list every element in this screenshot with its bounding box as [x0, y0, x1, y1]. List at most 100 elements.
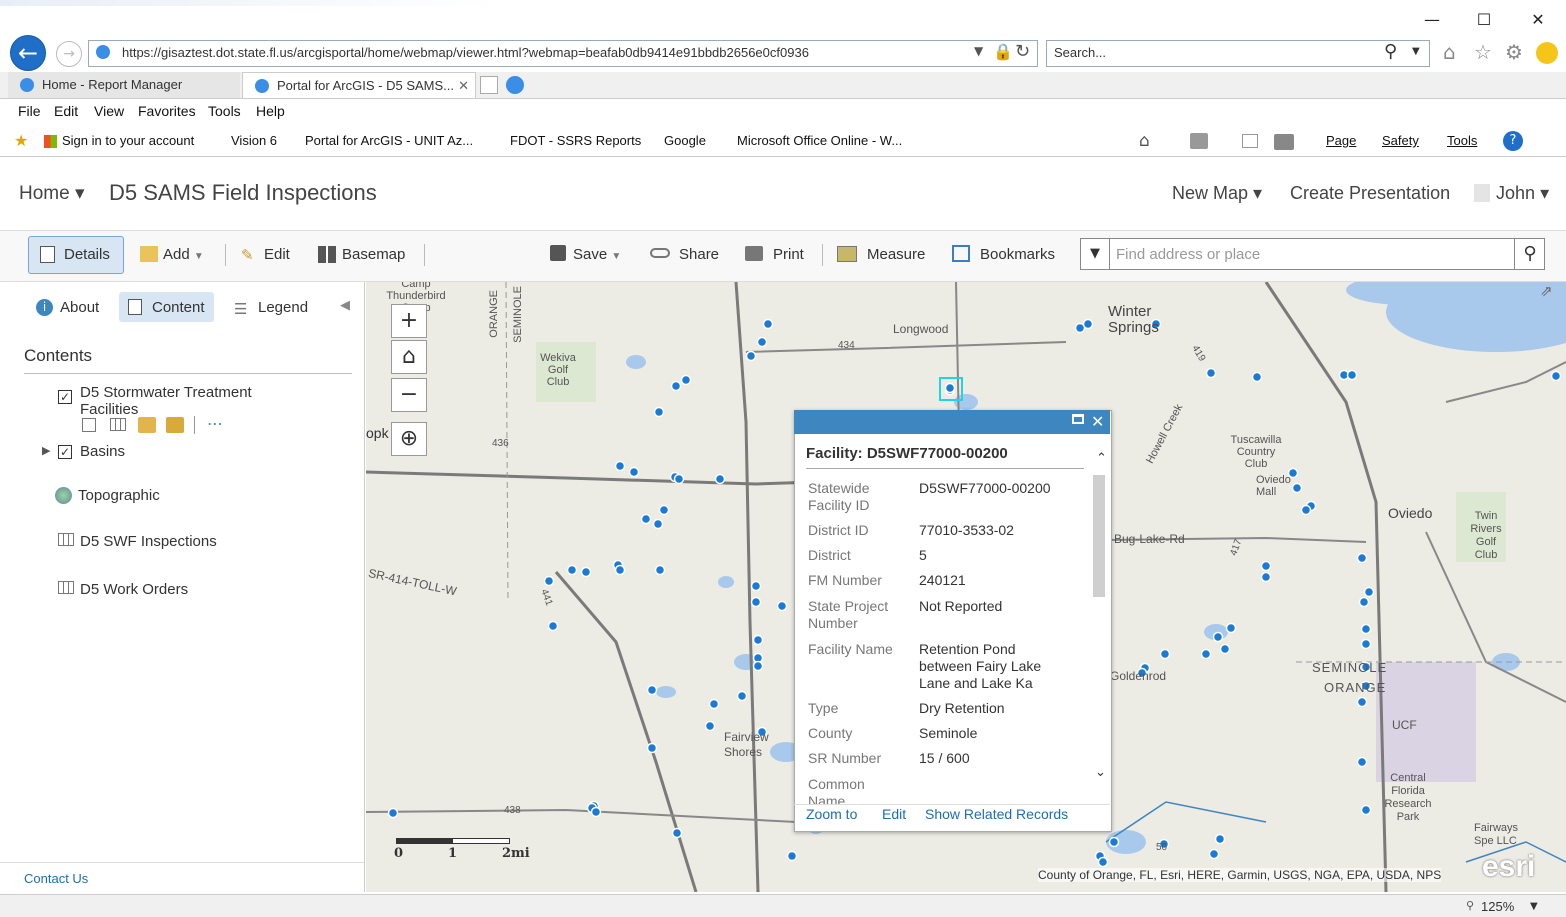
zoom-to-link[interactable]: Zoom to: [806, 806, 857, 822]
save-button[interactable]: Save ▼: [573, 246, 621, 263]
facility-point[interactable]: [387, 807, 399, 819]
facility-point[interactable]: [658, 504, 670, 516]
new-tab-button[interactable]: [480, 76, 498, 94]
add-button[interactable]: Add ▼: [163, 246, 204, 263]
facility-point[interactable]: [1251, 371, 1263, 383]
facility-point[interactable]: [566, 564, 578, 576]
close-popup-icon[interactable]: ✕: [1091, 410, 1104, 434]
facility-point[interactable]: [1260, 560, 1272, 572]
facility-point[interactable]: [580, 566, 592, 578]
print-icon[interactable]: [1274, 134, 1294, 150]
close-window-button[interactable]: ✕: [1518, 8, 1558, 32]
menu-help[interactable]: Help: [256, 103, 285, 119]
new-map-menu[interactable]: New Map ▾: [1172, 183, 1262, 204]
facility-point[interactable]: [1097, 856, 1109, 868]
home-icon[interactable]: ⌂: [1139, 131, 1150, 151]
basemap-button[interactable]: Basemap: [342, 246, 405, 263]
edit-button[interactable]: Edit: [264, 246, 290, 263]
home-icon[interactable]: ⌂: [1443, 40, 1456, 64]
scrollbar-thumb[interactable]: [1093, 475, 1105, 597]
fav-fdot-ssrs[interactable]: FDOT - SSRS Reports: [510, 133, 641, 148]
popup-scrollbar[interactable]: ⌃ ⌄: [1091, 447, 1109, 805]
facility-point[interactable]: [1346, 369, 1358, 381]
find-dropdown-icon[interactable]: ▼: [1081, 239, 1110, 269]
tab-legend[interactable]: Legend: [258, 299, 308, 316]
zoom-dropdown-icon[interactable]: ▼: [1530, 901, 1538, 912]
cmd-page[interactable]: Page: [1326, 133, 1356, 148]
facility-point[interactable]: [1225, 622, 1237, 634]
layer-basins[interactable]: Basins: [80, 443, 125, 460]
facility-point[interactable]: [1360, 623, 1372, 635]
expand-icon[interactable]: ▶: [42, 444, 50, 457]
share-button[interactable]: Share: [679, 246, 719, 263]
stormwater-checkbox[interactable]: ✓: [58, 390, 72, 404]
facility-point[interactable]: [1360, 804, 1372, 816]
facility-point[interactable]: [745, 350, 757, 362]
fav-ms-office[interactable]: Microsoft Office Online - W...: [737, 133, 902, 148]
smiley-icon[interactable]: [1536, 42, 1558, 64]
facility-point[interactable]: [1550, 370, 1562, 382]
fav-vision6[interactable]: Vision 6: [231, 133, 277, 148]
help-icon[interactable]: ?: [1503, 131, 1523, 151]
facility-point[interactable]: [547, 620, 559, 632]
facility-point[interactable]: [750, 596, 762, 608]
layer-stormwater[interactable]: D5 Stormwater Treatment Facilities: [80, 384, 310, 418]
facility-point[interactable]: [1356, 552, 1368, 564]
facility-point[interactable]: [670, 380, 682, 392]
bookmarks-button[interactable]: Bookmarks: [980, 246, 1055, 263]
facility-point[interactable]: [704, 720, 716, 732]
measure-button[interactable]: Measure: [867, 246, 925, 263]
facility-point[interactable]: [1159, 648, 1171, 660]
facility-point[interactable]: [614, 460, 626, 472]
user-menu[interactable]: John ▾: [1496, 183, 1549, 204]
home-extent-button[interactable]: ⌂: [391, 340, 427, 374]
facility-point[interactable]: [1208, 848, 1220, 860]
facility-point[interactable]: [1356, 756, 1368, 768]
facility-point[interactable]: [543, 575, 555, 587]
facility-point[interactable]: [654, 564, 666, 576]
menu-edit[interactable]: Edit: [54, 103, 78, 119]
facility-point[interactable]: [646, 742, 658, 754]
ie-logo-icon[interactable]: [506, 76, 524, 94]
facility-point[interactable]: [628, 466, 640, 478]
cmd-safety[interactable]: Safety: [1382, 133, 1419, 148]
find-address-input[interactable]: Find address or place: [1116, 246, 1260, 263]
facility-point[interactable]: [944, 382, 956, 394]
facility-point[interactable]: [1260, 571, 1272, 583]
filter-icon[interactable]: [166, 417, 184, 433]
tab-report-manager[interactable]: Home - Report Manager: [8, 72, 240, 98]
layer-topographic[interactable]: Topographic: [78, 487, 160, 504]
scroll-down-icon[interactable]: ⌄: [1095, 765, 1106, 780]
create-presentation-link[interactable]: Create Presentation: [1290, 183, 1450, 204]
zoom-level[interactable]: 125%: [1481, 899, 1514, 914]
change-style-icon[interactable]: [138, 417, 156, 433]
facility-point[interactable]: [614, 564, 626, 576]
contact-us-link[interactable]: Contact Us: [24, 871, 88, 886]
facility-point[interactable]: [590, 806, 602, 818]
lock-icon[interactable]: 🔒: [993, 42, 1013, 61]
more-options-icon[interactable]: ⋯: [207, 414, 223, 433]
cmd-tools[interactable]: Tools: [1447, 133, 1477, 148]
zoom-in-button[interactable]: +: [391, 304, 427, 338]
mail-icon[interactable]: [1242, 134, 1258, 148]
facility-point[interactable]: [752, 634, 764, 646]
facility-point[interactable]: [708, 698, 720, 710]
scroll-up-icon[interactable]: ⌃: [1096, 451, 1107, 466]
home-menu[interactable]: Home ▾: [19, 182, 85, 205]
facility-point[interactable]: [1082, 318, 1094, 330]
facility-point[interactable]: [1300, 504, 1312, 516]
facility-point[interactable]: [1363, 586, 1375, 598]
facility-point[interactable]: [752, 660, 764, 672]
facility-point[interactable]: [714, 473, 726, 485]
facility-point[interactable]: [640, 513, 652, 525]
facility-point[interactable]: [1358, 596, 1370, 608]
print-button[interactable]: Print: [773, 246, 804, 263]
show-related-records-link[interactable]: Show Related Records: [925, 806, 1068, 822]
refresh-icon[interactable]: ↻: [1015, 41, 1030, 62]
menu-tools[interactable]: Tools: [208, 103, 241, 119]
fav-google[interactable]: Google: [664, 133, 706, 148]
address-url[interactable]: https://gisaztest.dot.state.fl.us/arcgis…: [122, 45, 809, 60]
facility-point[interactable]: [680, 374, 692, 386]
search-icon[interactable]: ⚲: [1514, 239, 1545, 269]
facility-point[interactable]: [750, 580, 762, 592]
